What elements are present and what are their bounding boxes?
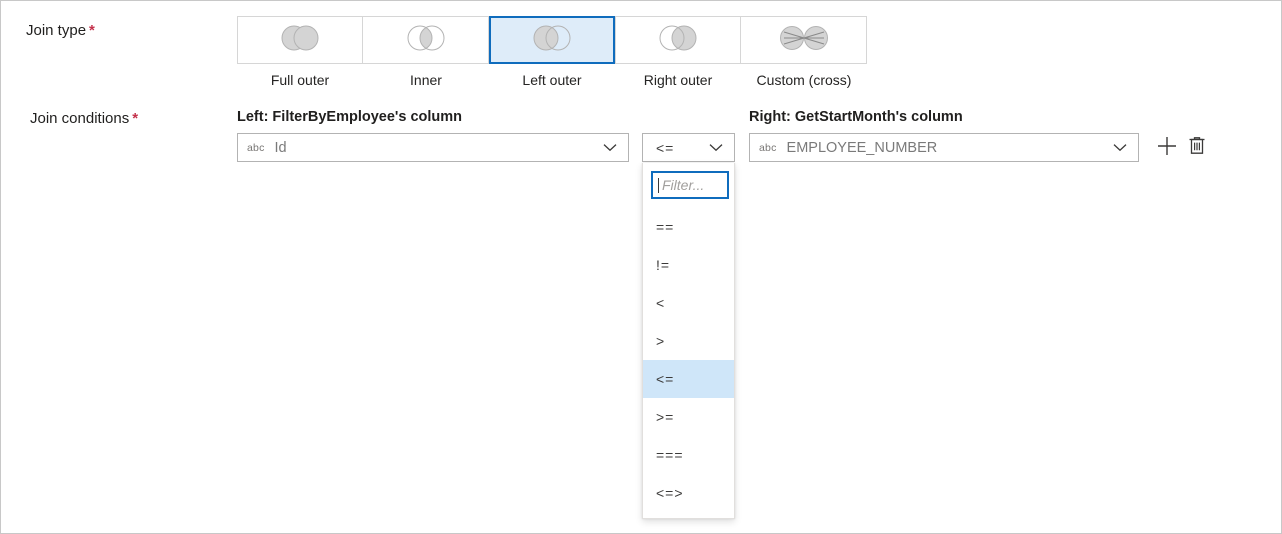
operator-option-label: >= <box>656 409 675 425</box>
delete-condition-button[interactable] <box>1184 135 1210 161</box>
add-condition-button[interactable] <box>1154 135 1180 161</box>
join-type-tile-box <box>237 16 363 64</box>
operator-option-label: < <box>656 295 666 311</box>
operator-option-label: > <box>656 333 666 349</box>
operator-select[interactable]: <= <box>642 133 735 162</box>
join-type-option-full-outer[interactable]: Full outer <box>237 16 363 88</box>
operator-option[interactable]: > <box>643 322 734 360</box>
operator-option-list: == != < > <= >= === <=> <box>643 208 734 512</box>
operator-value: <= <box>656 139 675 156</box>
text-caret <box>658 177 659 193</box>
required-asterisk: * <box>132 110 139 127</box>
operator-filter-input[interactable]: Filter... <box>651 171 729 199</box>
operator-option[interactable]: != <box>643 246 734 284</box>
operator-option[interactable]: <=> <box>643 474 734 512</box>
join-type-option-left-outer[interactable]: Left outer <box>489 16 615 88</box>
operator-option[interactable]: >= <box>643 398 734 436</box>
operator-option[interactable]: === <box>643 436 734 474</box>
left-column-header: Left: FilterByEmployee's column <box>237 109 463 125</box>
operator-option-label: <= <box>656 371 675 387</box>
operator-filter-placeholder: Filter... <box>662 177 705 193</box>
join-type-label: Join type * <box>26 22 95 39</box>
operator-dropdown-panel: Filter... == != < > <= >= === <=> <box>642 163 735 519</box>
left-column-value: Id <box>274 139 287 156</box>
join-type-caption: Right outer <box>643 72 713 88</box>
operator-option-label: != <box>656 257 671 273</box>
venn-full-outer-icon <box>273 23 327 58</box>
chevron-down-icon <box>1113 143 1127 152</box>
join-type-option-right-outer[interactable]: Right outer <box>615 16 741 88</box>
venn-left-outer-icon <box>525 23 579 58</box>
right-column-value: EMPLOYEE_NUMBER <box>786 139 938 156</box>
join-type-tile-box <box>363 16 489 64</box>
column-type-badge: abc <box>759 141 777 154</box>
operator-option-label: == <box>656 219 675 235</box>
operator-option[interactable]: < <box>643 284 734 322</box>
join-type-option-inner[interactable]: Inner <box>363 16 489 88</box>
join-type-caption: Inner <box>410 72 442 88</box>
join-type-label-text: Join type <box>26 22 87 39</box>
join-type-option-custom-cross[interactable]: Custom (cross) <box>741 16 867 88</box>
operator-option-label: === <box>656 447 684 463</box>
chevron-down-icon <box>603 143 617 152</box>
left-column-select[interactable]: abc Id <box>237 133 629 162</box>
join-conditions-label-text: Join conditions <box>30 110 130 127</box>
join-conditions-label: Join conditions * <box>30 110 138 127</box>
operator-option-label: <=> <box>656 485 684 501</box>
join-type-caption: Left outer <box>522 72 582 88</box>
column-type-badge: abc <box>247 141 265 154</box>
join-type-tile-box <box>615 16 741 64</box>
right-column-header: Right: GetStartMonth's column <box>749 109 963 125</box>
operator-option[interactable]: == <box>643 208 734 246</box>
venn-custom-cross-icon <box>775 23 833 58</box>
trash-icon <box>1187 135 1207 161</box>
chevron-down-icon <box>709 143 723 152</box>
venn-inner-icon <box>399 23 453 58</box>
join-type-caption: Full outer <box>270 72 330 88</box>
operator-option-selected[interactable]: <= <box>643 360 734 398</box>
venn-right-outer-icon <box>651 23 705 58</box>
join-type-caption: Custom (cross) <box>756 72 852 88</box>
right-column-select[interactable]: abc EMPLOYEE_NUMBER <box>749 133 1139 162</box>
join-configuration-panel: Join type * Full outer Inner Left outer … <box>0 0 1282 534</box>
join-type-option-group: Full outer Inner Left outer Right outer … <box>237 16 867 88</box>
plus-icon <box>1156 135 1178 162</box>
join-type-tile-box <box>489 16 615 64</box>
join-type-tile-box <box>741 16 867 64</box>
required-asterisk: * <box>89 22 95 39</box>
operator-filter-wrapper: Filter... <box>643 163 734 199</box>
